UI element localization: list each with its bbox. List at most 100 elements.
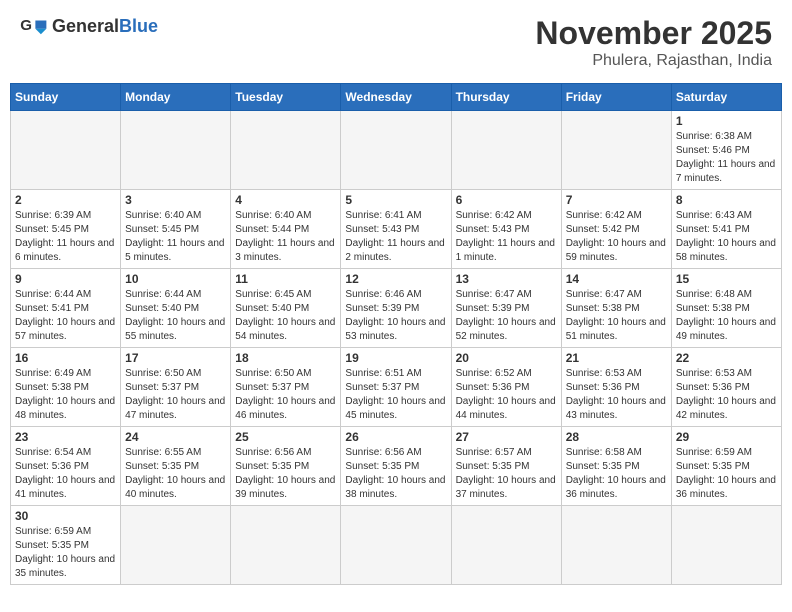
day-info: Sunrise: 6:56 AM Sunset: 5:35 PM Dayligh… — [235, 446, 336, 502]
day-info: Sunrise: 6:52 AM Sunset: 5:36 PM Dayligh… — [456, 367, 557, 423]
calendar-cell — [451, 506, 561, 585]
day-number: 27 — [456, 430, 557, 444]
calendar-cell: 22 Sunrise: 6:53 AM Sunset: 5:36 PM Dayli… — [671, 348, 781, 427]
calendar-cell: 23 Sunrise: 6:54 AM Sunset: 5:36 PM Dayli… — [11, 427, 121, 506]
calendar-cell: 26Sunrise: 6:56 AM Sunset: 5:35 PM Dayli… — [341, 427, 451, 506]
calendar-cell — [561, 506, 671, 585]
day-number: 13 — [456, 272, 557, 286]
calendar-cell: 3 Sunrise: 6:40 AM Sunset: 5:45 PM Daylig… — [121, 190, 231, 269]
calendar-cell — [121, 506, 231, 585]
calendar-cell: 14 Sunrise: 6:47 AM Sunset: 5:38 PM Dayli… — [561, 269, 671, 348]
day-info: Sunrise: 6:44 AM Sunset: 5:41 PM Dayligh… — [15, 288, 116, 344]
day-info: Sunrise: 6:43 AM Sunset: 5:41 PM Dayligh… — [676, 209, 777, 265]
day-info: Sunrise: 6:51 AM Sunset: 5:37 PM Dayligh… — [345, 367, 446, 423]
calendar-cell: 13Sunrise: 6:47 AM Sunset: 5:39 PM Dayli… — [451, 269, 561, 348]
day-number: 22 — [676, 351, 777, 365]
day-info: Sunrise: 6:42 AM Sunset: 5:43 PM Dayligh… — [456, 209, 557, 265]
calendar-cell: 2Sunrise: 6:39 AM Sunset: 5:45 PM Daylig… — [11, 190, 121, 269]
day-number: 17 — [125, 351, 226, 365]
day-number: 3 — [125, 193, 226, 207]
logo-icon: G — [20, 15, 48, 37]
day-info: Sunrise: 6:49 AM Sunset: 5:38 PM Dayligh… — [15, 367, 116, 423]
week-row-6: 30Sunrise: 6:59 AM Sunset: 5:35 PM Dayli… — [11, 506, 782, 585]
day-number: 19 — [345, 351, 446, 365]
calendar-cell — [231, 506, 341, 585]
day-info: Sunrise: 6:42 AM Sunset: 5:42 PM Dayligh… — [566, 209, 667, 265]
calendar-cell: 4 Sunrise: 6:40 AM Sunset: 5:44 PM Daylig… — [231, 190, 341, 269]
calendar-cell — [451, 111, 561, 190]
calendar-cell: 6 Sunrise: 6:42 AM Sunset: 5:43 PM Daylig… — [451, 190, 561, 269]
calendar-cell: 30Sunrise: 6:59 AM Sunset: 5:35 PM Dayli… — [11, 506, 121, 585]
day-info: Sunrise: 6:53 AM Sunset: 5:36 PM Dayligh… — [676, 367, 777, 423]
weekday-header-row: SundayMondayTuesdayWednesdayThursdayFrid… — [11, 84, 782, 111]
calendar-cell: 19 Sunrise: 6:51 AM Sunset: 5:37 PM Dayli… — [341, 348, 451, 427]
day-number: 11 — [235, 272, 336, 286]
day-number: 14 — [566, 272, 667, 286]
calendar-cell: 25 Sunrise: 6:56 AM Sunset: 5:35 PM Dayli… — [231, 427, 341, 506]
day-number: 21 — [566, 351, 667, 365]
calendar-cell: 20 Sunrise: 6:52 AM Sunset: 5:36 PM Dayli… — [451, 348, 561, 427]
weekday-header-friday: Friday — [561, 84, 671, 111]
day-number: 12 — [345, 272, 446, 286]
calendar-cell: 12Sunrise: 6:46 AM Sunset: 5:39 PM Dayli… — [341, 269, 451, 348]
day-number: 18 — [235, 351, 336, 365]
calendar-cell: 21 Sunrise: 6:53 AM Sunset: 5:36 PM Dayli… — [561, 348, 671, 427]
weekday-header-tuesday: Tuesday — [231, 84, 341, 111]
location: Phulera, Rajasthan, India — [535, 52, 772, 70]
day-info: Sunrise: 6:38 AM Sunset: 5:46 PM Dayligh… — [676, 130, 777, 186]
calendar-cell: 17 Sunrise: 6:50 AM Sunset: 5:37 PM Dayli… — [121, 348, 231, 427]
weekday-header-sunday: Sunday — [11, 84, 121, 111]
day-info: Sunrise: 6:48 AM Sunset: 5:38 PM Dayligh… — [676, 288, 777, 344]
day-info: Sunrise: 6:53 AM Sunset: 5:36 PM Dayligh… — [566, 367, 667, 423]
calendar-cell: 9 Sunrise: 6:44 AM Sunset: 5:41 PM Daylig… — [11, 269, 121, 348]
day-info: Sunrise: 6:57 AM Sunset: 5:35 PM Dayligh… — [456, 446, 557, 502]
day-info: Sunrise: 6:50 AM Sunset: 5:37 PM Dayligh… — [125, 367, 226, 423]
svg-text:G: G — [20, 17, 32, 34]
day-number: 16 — [15, 351, 116, 365]
calendar-cell — [561, 111, 671, 190]
day-number: 1 — [676, 114, 777, 128]
page-header: G GeneralBlue November 2025 Phulera, Raj… — [10, 10, 782, 75]
day-number: 9 — [15, 272, 116, 286]
weekday-header-wednesday: Wednesday — [341, 84, 451, 111]
day-number: 8 — [676, 193, 777, 207]
day-info: Sunrise: 6:40 AM Sunset: 5:44 PM Dayligh… — [235, 209, 336, 265]
calendar-cell — [341, 111, 451, 190]
day-number: 2 — [15, 193, 116, 207]
week-row-5: 23 Sunrise: 6:54 AM Sunset: 5:36 PM Dayli… — [11, 427, 782, 506]
weekday-header-saturday: Saturday — [671, 84, 781, 111]
weekday-header-thursday: Thursday — [451, 84, 561, 111]
calendar-cell — [121, 111, 231, 190]
day-number: 4 — [235, 193, 336, 207]
day-info: Sunrise: 6:59 AM Sunset: 5:35 PM Dayligh… — [676, 446, 777, 502]
title-block: November 2025 Phulera, Rajasthan, India — [535, 15, 772, 70]
weekday-header-monday: Monday — [121, 84, 231, 111]
calendar-cell: 27 Sunrise: 6:57 AM Sunset: 5:35 PM Dayli… — [451, 427, 561, 506]
calendar-cell: 1 Sunrise: 6:38 AM Sunset: 5:46 PM Daylig… — [671, 111, 781, 190]
day-info: Sunrise: 6:44 AM Sunset: 5:40 PM Dayligh… — [125, 288, 226, 344]
day-info: Sunrise: 6:40 AM Sunset: 5:45 PM Dayligh… — [125, 209, 226, 265]
calendar-cell: 28Sunrise: 6:58 AM Sunset: 5:35 PM Dayli… — [561, 427, 671, 506]
calendar-cell: 16 Sunrise: 6:49 AM Sunset: 5:38 PM Dayli… — [11, 348, 121, 427]
day-number: 6 — [456, 193, 557, 207]
day-info: Sunrise: 6:50 AM Sunset: 5:37 PM Dayligh… — [235, 367, 336, 423]
calendar-cell: 29Sunrise: 6:59 AM Sunset: 5:35 PM Dayli… — [671, 427, 781, 506]
day-info: Sunrise: 6:45 AM Sunset: 5:40 PM Dayligh… — [235, 288, 336, 344]
calendar-cell: 11 Sunrise: 6:45 AM Sunset: 5:40 PM Dayli… — [231, 269, 341, 348]
day-number: 25 — [235, 430, 336, 444]
day-number: 26 — [345, 430, 446, 444]
calendar-cell — [231, 111, 341, 190]
calendar-cell: 18 Sunrise: 6:50 AM Sunset: 5:37 PM Dayli… — [231, 348, 341, 427]
day-info: Sunrise: 6:47 AM Sunset: 5:38 PM Dayligh… — [566, 288, 667, 344]
calendar: SundayMondayTuesdayWednesdayThursdayFrid… — [10, 83, 782, 585]
day-info: Sunrise: 6:54 AM Sunset: 5:36 PM Dayligh… — [15, 446, 116, 502]
day-number: 23 — [15, 430, 116, 444]
day-info: Sunrise: 6:41 AM Sunset: 5:43 PM Dayligh… — [345, 209, 446, 265]
calendar-cell: 15Sunrise: 6:48 AM Sunset: 5:38 PM Dayli… — [671, 269, 781, 348]
month-year: November 2025 — [535, 15, 772, 52]
day-number: 20 — [456, 351, 557, 365]
week-row-2: 2Sunrise: 6:39 AM Sunset: 5:45 PM Daylig… — [11, 190, 782, 269]
logo: G GeneralBlue — [20, 15, 158, 37]
calendar-cell — [341, 506, 451, 585]
day-number: 30 — [15, 509, 116, 523]
